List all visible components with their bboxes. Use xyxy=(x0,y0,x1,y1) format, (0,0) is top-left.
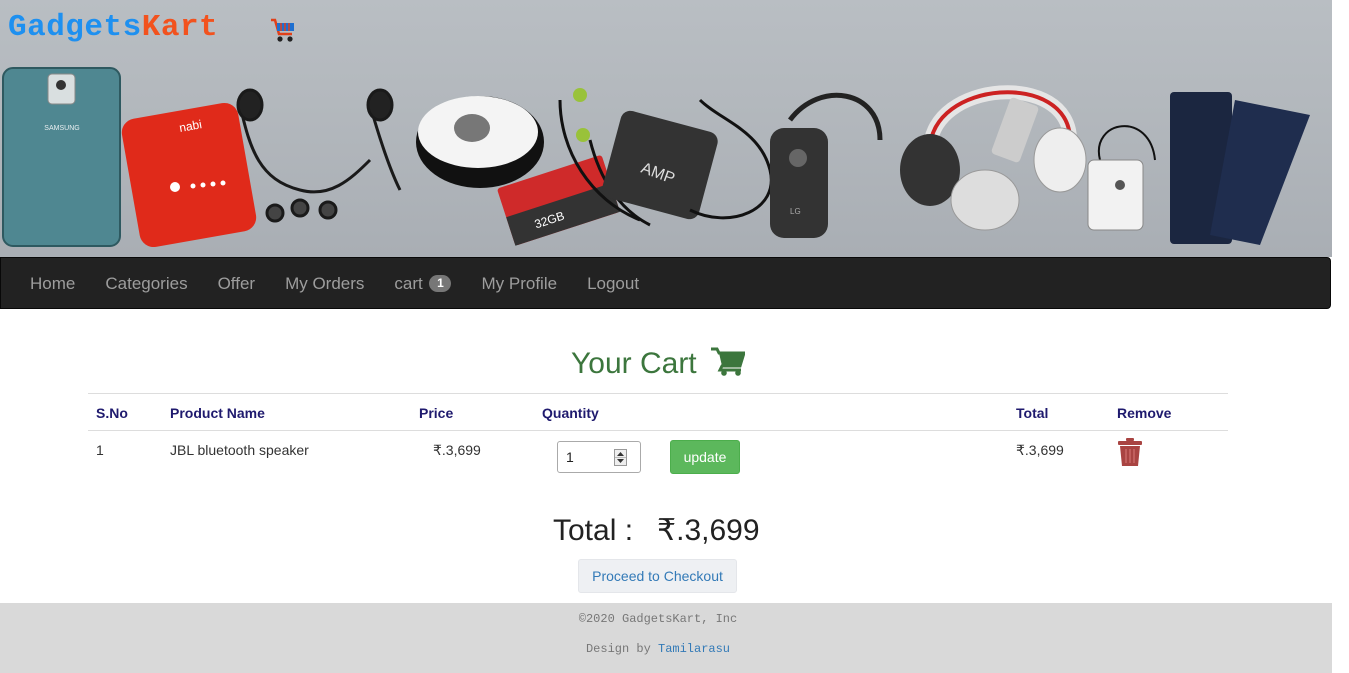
quantity-field[interactable] xyxy=(566,449,611,465)
flip-case-phone-image xyxy=(1170,92,1310,245)
nav-item-categories[interactable]: Categories xyxy=(90,258,202,310)
row-price: ₹.3,699 xyxy=(411,431,534,502)
gadgets-banner-image: SAMSUNG nabi 32GB AMP LG xyxy=(2,67,1310,248)
brand-name-part1: Gadgets xyxy=(8,10,142,45)
neckband-device-image xyxy=(1087,125,1156,231)
shopping-cart-icon xyxy=(710,347,747,376)
earphone-case-image xyxy=(416,96,544,188)
charger-image: AMP xyxy=(602,98,773,220)
cart-count-badge: 1 xyxy=(429,275,452,293)
table-row: 1 JBL bluetooth speaker ₹.3,699 update xyxy=(88,431,1228,502)
column-header-sno: S.No xyxy=(88,393,162,431)
grand-total-label: Total : xyxy=(553,514,634,547)
nav-item-my-profile[interactable]: My Profile xyxy=(466,258,572,310)
footer: ©2020 GadgetsKart, Inc Design by Tamilar… xyxy=(0,603,1332,673)
spinner-up-icon[interactable] xyxy=(615,450,626,458)
cart-heading-text: Your Cart xyxy=(571,347,697,381)
grand-total-value: ₹.3,699 xyxy=(657,514,760,547)
navbar: Home Categories Offer My Orders cart 1 M… xyxy=(0,257,1331,309)
page: GadgetsKart SAMSUNG nabi 32GB AMP LG Hom… xyxy=(0,0,1332,673)
powerbank-image: nabi xyxy=(121,102,257,248)
cart-table-header: S.No Product Name Price Quantity Total R… xyxy=(88,393,1228,431)
trash-icon[interactable] xyxy=(1117,437,1143,467)
column-header-quantity: Quantity xyxy=(534,393,1008,431)
nav-item-my-orders[interactable]: My Orders xyxy=(270,258,379,310)
shopping-cart-logo-icon xyxy=(271,18,294,42)
headset-brand-label: LG xyxy=(790,207,801,216)
bluetooth-headset-image: LG xyxy=(770,92,883,238)
update-button[interactable]: update xyxy=(670,440,740,474)
proceed-to-checkout-button[interactable]: Proceed to Checkout xyxy=(578,559,737,593)
row-sno: 1 xyxy=(96,442,104,458)
phone-brand-label: SAMSUNG xyxy=(44,125,79,132)
nav-item-logout[interactable]: Logout xyxy=(572,258,654,310)
row-total: ₹.3,699 xyxy=(1016,442,1064,458)
earphones-image xyxy=(236,88,402,223)
header-banner: GadgetsKart SAMSUNG nabi 32GB AMP LG xyxy=(0,0,1332,257)
nav-menu: Home Categories Offer My Orders cart 1 M… xyxy=(15,258,654,310)
brand-name-part2: Kart xyxy=(141,10,219,45)
spinner-down-icon[interactable] xyxy=(615,458,626,465)
column-header-product: Product Name xyxy=(162,393,411,431)
footer-design-credit: Design by Tamilarasu xyxy=(0,642,1316,656)
row-quantity-cell: update xyxy=(534,431,1008,502)
cart-heading: Your Cart xyxy=(0,346,1316,381)
column-header-price: Price xyxy=(411,393,534,431)
column-header-remove: Remove xyxy=(1109,393,1228,431)
cart-table: S.No Product Name Price Quantity Total R… xyxy=(88,393,1228,501)
grand-total: Total : ₹.3,699 xyxy=(553,513,760,548)
row-product-name: JBL bluetooth speaker xyxy=(170,442,309,458)
phone-image: SAMSUNG xyxy=(2,67,121,247)
headphones-image xyxy=(900,85,1087,231)
nav-item-cart-label: cart xyxy=(394,274,423,293)
quantity-spinner[interactable] xyxy=(614,449,627,466)
quantity-controls: update xyxy=(542,440,1000,474)
nav-item-offer[interactable]: Offer xyxy=(203,258,270,310)
footer-author-link[interactable]: Tamilarasu xyxy=(658,642,730,656)
row-remove-cell xyxy=(1109,431,1228,502)
row-price-value: ₹.3,699 xyxy=(433,442,481,458)
nav-item-cart[interactable]: cart 1 xyxy=(379,258,466,310)
footer-design-prefix: Design by xyxy=(585,642,651,656)
column-header-total: Total xyxy=(1008,393,1109,431)
quantity-stepper[interactable] xyxy=(557,441,641,473)
brand-logo[interactable]: GadgetsKart xyxy=(8,10,218,45)
footer-copyright: ©2020 GadgetsKart, Inc xyxy=(578,612,738,626)
nav-item-home[interactable]: Home xyxy=(15,258,90,310)
